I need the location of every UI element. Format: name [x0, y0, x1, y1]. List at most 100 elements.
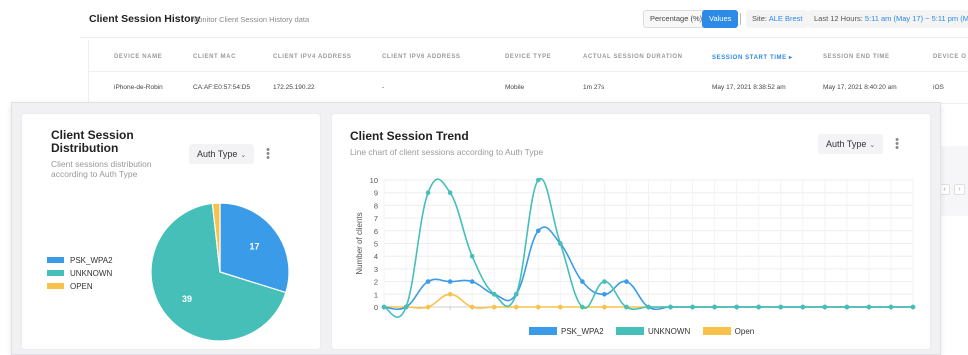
column-client-mac[interactable]: CLIENT MAC — [193, 54, 236, 60]
data-point-unknown — [712, 304, 717, 310]
data-point-unknown — [910, 304, 916, 310]
cell-session-start-time: May 17, 2021 8:38:52 am — [712, 84, 786, 91]
cell-session-end-time: May 17, 2021 8:40:20 am — [823, 84, 897, 91]
charts-overlay: Client Session Distribution Client sessi… — [11, 102, 941, 355]
data-point-unknown — [734, 304, 739, 310]
data-point-open — [602, 304, 607, 310]
y-tick-label: 4 — [374, 252, 378, 261]
data-point-unknown — [668, 304, 673, 310]
y-axis-label: Number of clients — [355, 212, 364, 274]
distribution-card: Client Session Distribution Client sessi… — [21, 113, 321, 350]
data-point-psk-wpa2 — [469, 279, 475, 284]
column-session-duration[interactable]: ACTUAL SESSION DURATION — [583, 54, 683, 60]
site-filter-label: Site: — [752, 14, 768, 23]
trend-legend-item-open[interactable]: Open — [702, 326, 755, 336]
data-point-unknown — [535, 177, 541, 183]
data-point-open — [491, 304, 497, 310]
data-point-unknown — [513, 292, 519, 297]
data-point-unknown — [580, 304, 585, 310]
data-point-open — [425, 304, 431, 310]
trend-legend-item-unknown[interactable]: UNKNOWN — [616, 326, 691, 336]
page-header: Client Session History Monitor Client Se… — [80, 0, 968, 38]
cell-device-os: iOS — [933, 84, 944, 91]
trend-legend-swatch-psk — [529, 326, 557, 335]
trend-line-chart: 0 1 2 3 4 5 6 7 8 9 10 Number of clients — [355, 176, 916, 318]
cell-client-ipv6: - — [382, 84, 385, 91]
pie-slice-value-label: 39 — [182, 294, 192, 304]
pie-slice-value-label: 17 — [249, 242, 259, 252]
data-point-unknown — [558, 241, 563, 246]
data-point-open — [535, 304, 541, 310]
data-point-unknown — [800, 304, 806, 310]
y-tick-label: 3 — [374, 265, 378, 274]
column-client-ipv6[interactable]: CLIENT IPV6 ADDRESS — [382, 54, 461, 60]
time-range-value: 5:11 am (May 17) ~ 5:11 pm (May 17) — [864, 14, 968, 23]
data-point-psk-wpa2 — [535, 228, 541, 234]
data-point-psk-wpa2 — [580, 279, 585, 284]
data-point-unknown — [425, 190, 431, 195]
data-point-unknown — [491, 292, 497, 297]
data-point-open — [447, 292, 453, 297]
y-tick-label: 5 — [374, 240, 378, 249]
site-filter[interactable]: Site: ALE Brest — [746, 10, 809, 28]
cell-client-ipv4: 172.25.190.22 — [273, 84, 315, 91]
table-scroll-area — [938, 146, 968, 210]
column-device-type[interactable]: DEVICE TYPE — [505, 54, 551, 60]
y-tick-label: 1 — [374, 290, 378, 299]
data-point-unknown — [602, 279, 607, 284]
time-range-filter[interactable]: Last 12 Hours: 5:11 am (May 17) ~ 5:11 p… — [808, 10, 968, 28]
percentage-toggle-button[interactable]: Percentage (%) — [643, 10, 710, 28]
data-point-unknown — [646, 304, 651, 310]
data-point-unknown — [381, 304, 387, 310]
data-point-psk-wpa2 — [624, 279, 629, 284]
data-point-open — [558, 304, 563, 310]
data-point-unknown — [469, 253, 475, 259]
trend-legend: PSK_WPA2 UNKNOWN Open — [529, 321, 762, 339]
column-device-os[interactable]: DEVICE O — [933, 54, 966, 60]
data-point-unknown — [403, 304, 409, 310]
column-device-name[interactable]: DEVICE NAME — [114, 54, 162, 60]
data-point-unknown — [844, 304, 850, 310]
data-point-open — [513, 304, 519, 310]
page-title: Client Session History — [89, 13, 201, 25]
header-divider — [740, 13, 741, 25]
data-point-unknown — [822, 304, 828, 310]
data-point-psk-wpa2 — [447, 279, 453, 284]
data-point-psk-wpa2 — [425, 279, 431, 284]
cell-device-type: Mobile — [505, 84, 525, 91]
session-table: DEVICE NAME CLIENT MAC CLIENT IPV4 ADDRE… — [88, 40, 968, 216]
y-tick-label: 9 — [374, 189, 378, 198]
table-row[interactable]: iPhone-de-Robin CA:AF:E0:57:54:D5 172.25… — [89, 72, 968, 104]
data-point-unknown — [778, 304, 784, 310]
y-tick-label: 10 — [370, 176, 378, 185]
data-point-psk-wpa2 — [602, 292, 607, 297]
trend-legend-label-open: Open — [734, 327, 755, 336]
trend-legend-swatch-open — [702, 326, 731, 335]
column-client-ipv4[interactable]: CLIENT IPV4 ADDRESS — [273, 54, 352, 60]
trend-legend-label-psk: PSK_WPA2 — [561, 327, 604, 336]
distribution-pie-chart: 1739 — [150, 202, 290, 342]
data-point-unknown — [690, 304, 695, 310]
column-session-end-time[interactable]: SESSION END TIME — [823, 54, 890, 60]
table-header: DEVICE NAME CLIENT MAC CLIENT IPV4 ADDRE… — [89, 40, 968, 72]
column-session-start-time[interactable]: SESSION START TIME ▸ — [712, 54, 793, 61]
data-point-open — [469, 304, 475, 310]
trend-card: Client Session Trend Line chart of clien… — [331, 113, 931, 350]
cell-session-duration: 1m 27s — [583, 84, 605, 91]
data-point-unknown — [447, 190, 453, 195]
data-point-unknown — [756, 304, 762, 310]
y-tick-label: 8 — [374, 201, 378, 210]
data-point-unknown — [888, 304, 894, 310]
values-toggle-button[interactable]: Values — [702, 10, 739, 28]
y-tick-label: 6 — [374, 227, 378, 236]
data-point-unknown — [866, 304, 872, 310]
trend-legend-item-psk[interactable]: PSK_WPA2 — [529, 326, 604, 336]
cell-client-mac: CA:AF:E0:57:54:D5 — [193, 84, 251, 91]
data-point-unknown — [624, 304, 629, 310]
pager-next-button[interactable]: › — [954, 184, 965, 195]
y-tick-label: 7 — [374, 214, 378, 223]
trend-legend-swatch-unknown — [616, 326, 644, 335]
time-range-label: Last 12 Hours: — [814, 14, 863, 23]
trend-legend-label-unknown: UNKNOWN — [648, 327, 691, 336]
page-subtitle: Monitor Client Session History data — [192, 15, 310, 24]
